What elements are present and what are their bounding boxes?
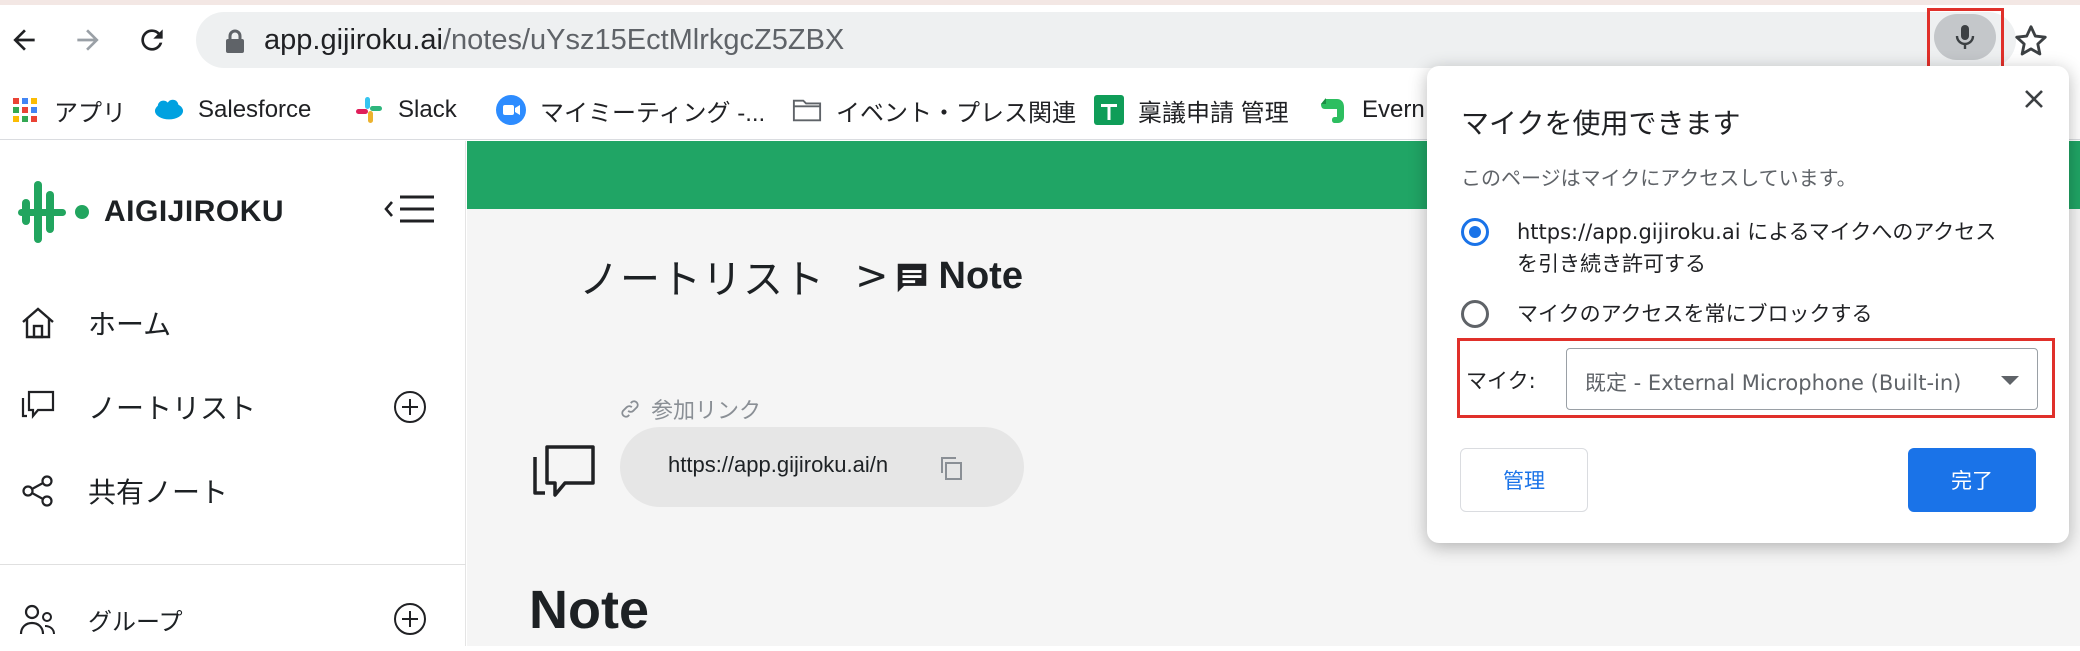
block-option[interactable]: マイクのアクセスを常にブロックする <box>1461 298 1873 330</box>
bookmark-label: Salesforce <box>198 96 312 123</box>
sidebar: AIGIJIROKU ホーム ノートリスト 共有ノート グループ <box>0 141 466 646</box>
breadcrumb-separator: > <box>855 253 889 299</box>
sidebar-item-label: 共有ノート <box>88 476 229 509</box>
bookmark-salesforce[interactable]: Salesforce <box>154 88 311 132</box>
microphone-icon <box>1955 25 1975 49</box>
sidebar-item-group[interactable]: グループ <box>0 587 466 651</box>
sidebar-item-label: グループ <box>88 607 183 636</box>
group-icon <box>18 599 58 639</box>
bookmark-slack[interactable]: Slack <box>354 88 457 132</box>
breadcrumb-notelist-link[interactable]: ノートリスト <box>579 247 825 305</box>
sidebar-item-label: ホーム <box>88 308 172 341</box>
bookmark-apps[interactable]: アプリ <box>10 88 126 132</box>
popup-subtitle: このページはマイクにアクセスしています。 <box>1461 166 1857 190</box>
app-logo[interactable]: AIGIJIROKU <box>18 177 284 247</box>
share-icon <box>18 471 58 511</box>
breadcrumb-current: Note <box>938 254 1023 297</box>
zoom-icon <box>496 95 526 125</box>
sidebar-divider <box>0 564 466 565</box>
add-group-button[interactable] <box>392 601 428 637</box>
aigijiroku-logo-icon <box>18 181 89 243</box>
bookmark-label: Evern <box>1362 96 1425 123</box>
block-option-label: マイクのアクセスを常にブロックする <box>1517 302 1873 326</box>
sidebar-item-home[interactable]: ホーム <box>0 291 466 355</box>
bookmark-evernote[interactable]: Evern <box>1318 88 1425 132</box>
microphone-select-row: マイク: 既定 - External Microphone (Built-in) <box>1457 338 2055 418</box>
url-path: /notes/uYsz15EctMlrkgcZ5ZBX <box>442 24 845 56</box>
url-host: app.gijiroku.ai <box>264 24 443 56</box>
bookmark-label: イベント・プレス関連 <box>836 99 1076 127</box>
microphone-indicator-button[interactable] <box>1934 14 1996 60</box>
bookmark-label: マイミーティング -... <box>540 99 766 127</box>
lock-icon <box>226 29 244 53</box>
notes-icon <box>18 387 58 427</box>
folder-icon <box>792 95 822 125</box>
url-text: app.gijiroku.ai/notes/uYsz15EctMlrkgcZ5Z… <box>264 24 844 57</box>
allow-option[interactable]: https://app.gijiroku.ai によるマイクへのアクセス を引き… <box>1461 216 1996 280</box>
bookmark-event-press[interactable]: イベント・プレス関連 <box>792 88 1076 132</box>
chevron-down-icon <box>2001 376 2019 385</box>
bookmark-ringi[interactable]: 稟議申請 管理 <box>1094 88 1289 132</box>
evernote-icon <box>1318 95 1348 125</box>
reload-icon <box>141 29 163 51</box>
done-button[interactable]: 完了 <box>1908 448 2036 512</box>
tab-strip-edge <box>0 0 2080 5</box>
slack-icon <box>354 95 384 125</box>
apps-grid-icon <box>10 95 40 125</box>
sheets-icon <box>1094 95 1124 125</box>
join-link-field[interactable]: https://app.gijiroku.ai/n <box>620 427 1024 507</box>
address-bar[interactable]: app.gijiroku.ai/notes/uYsz15EctMlrkgcZ5Z… <box>196 12 2016 68</box>
bookmark-star-icon[interactable] <box>2012 22 2050 60</box>
brand-name: AIGIJIROKU <box>104 195 285 228</box>
block-radio[interactable] <box>1461 300 1489 328</box>
allow-radio[interactable] <box>1461 218 1489 246</box>
salesforce-cloud-icon <box>154 95 184 125</box>
forward-button[interactable] <box>66 18 110 62</box>
sidebar-item-label: ノートリスト <box>88 392 257 425</box>
breadcrumb: ノートリスト > Note <box>579 247 1023 305</box>
bookmark-label: アプリ <box>54 99 126 127</box>
microphone-label: マイク: <box>1466 369 1536 393</box>
home-icon <box>18 303 58 343</box>
microphone-permission-popup: マイクを使用できます このページはマイクにアクセスしています。 https://… <box>1427 66 2069 543</box>
collapse-menu-button[interactable] <box>382 189 438 229</box>
close-icon[interactable] <box>2019 84 2049 114</box>
chat-icon <box>533 445 595 497</box>
add-note-button[interactable] <box>392 389 428 425</box>
microphone-select[interactable]: 既定 - External Microphone (Built-in) <box>1566 348 2038 410</box>
sidebar-item-notelist[interactable]: ノートリスト <box>0 375 466 439</box>
manage-button[interactable]: 管理 <box>1460 448 1588 512</box>
bookmark-zoom[interactable]: マイミーティング -... <box>496 88 765 132</box>
popup-title: マイクを使用できます <box>1461 107 1741 140</box>
comment-icon <box>897 263 926 293</box>
allow-option-label: https://app.gijiroku.ai によるマイクへのアクセス を引き… <box>1517 220 1997 276</box>
microphone-selected-value: 既定 - External Microphone (Built-in) <box>1585 371 1962 395</box>
bookmark-label: Slack <box>398 96 457 123</box>
sidebar-item-shared[interactable]: 共有ノート <box>0 459 466 523</box>
bookmark-label: 稟議申請 管理 <box>1138 99 1289 127</box>
copy-icon[interactable] <box>938 455 964 481</box>
join-link-label-text: 参加リンク <box>651 399 762 424</box>
note-title: Note <box>529 580 649 640</box>
reload-button[interactable] <box>130 18 174 62</box>
arrow-right-icon <box>77 29 99 51</box>
arrow-left-icon <box>13 29 35 51</box>
back-button[interactable] <box>2 18 46 62</box>
link-icon <box>621 400 639 418</box>
join-link-url: https://app.gijiroku.ai/n <box>668 452 889 477</box>
join-link-label: 参加リンク <box>619 393 761 425</box>
